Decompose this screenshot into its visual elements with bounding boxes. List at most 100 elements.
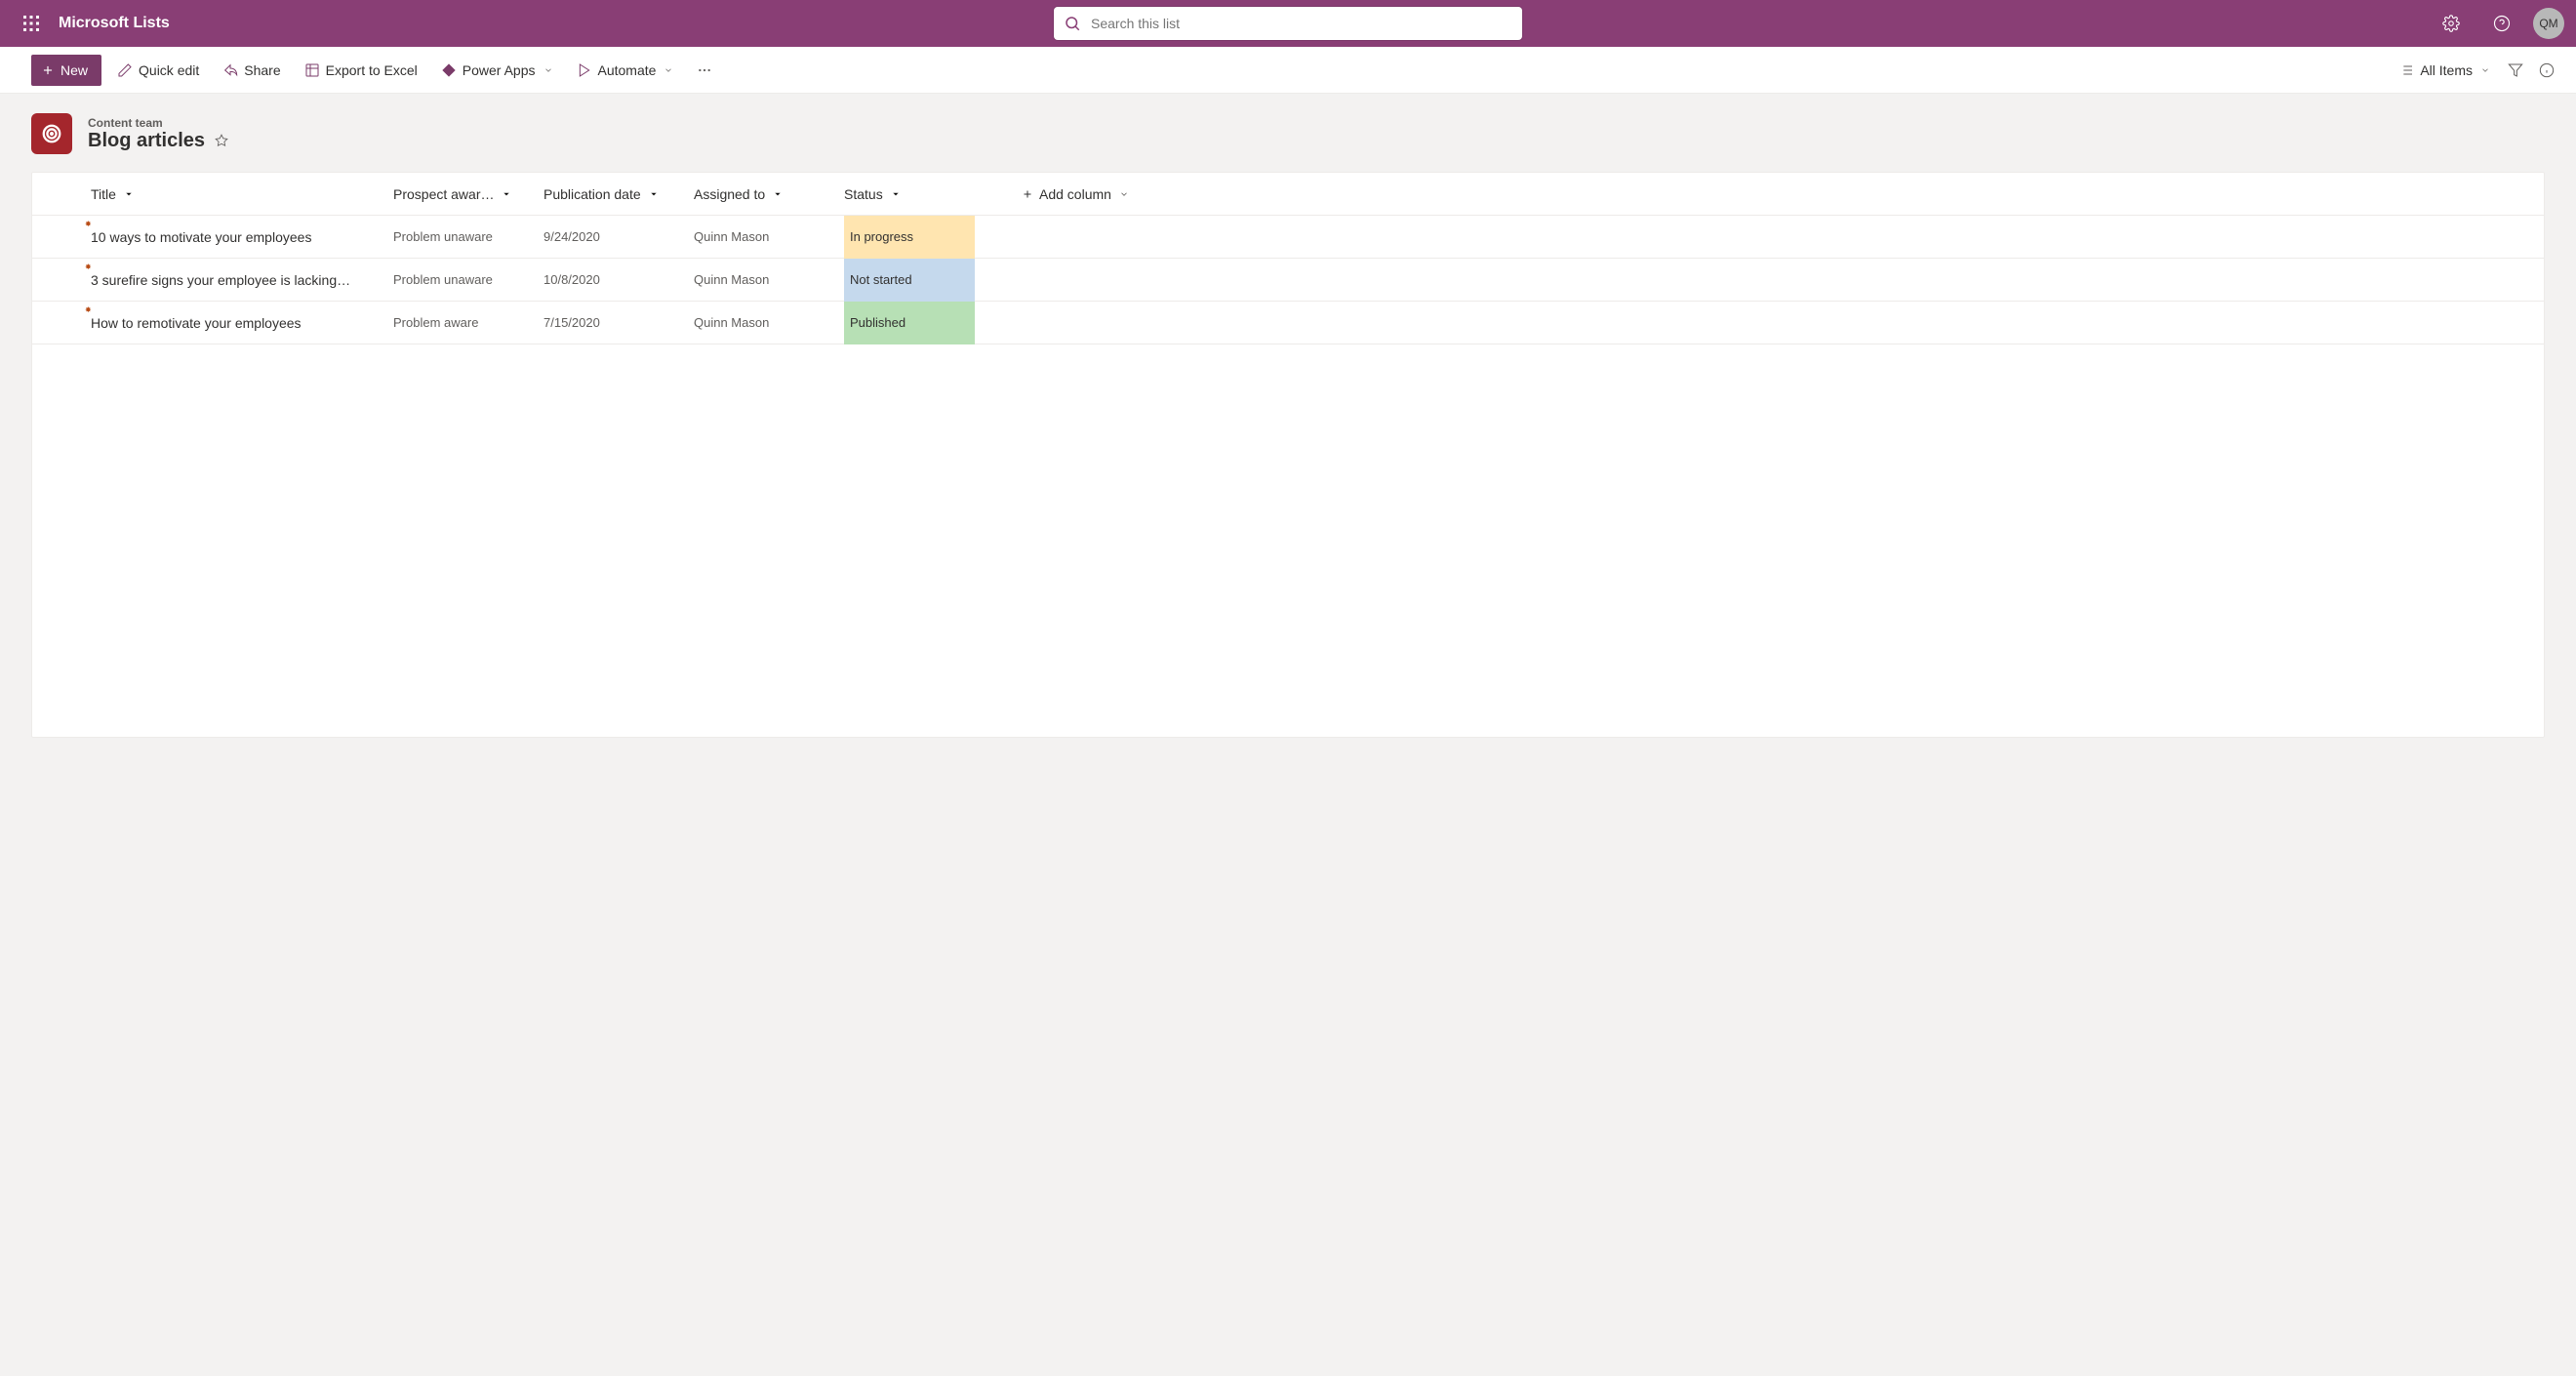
gear-icon bbox=[2442, 15, 2460, 32]
power-apps-label: Power Apps bbox=[463, 62, 536, 78]
column-header-status[interactable]: Status bbox=[844, 186, 994, 202]
list-header: Content team Blog articles bbox=[31, 113, 2545, 154]
cell-title: How to remotivate your employees bbox=[91, 315, 393, 331]
cell-publication: 9/24/2020 bbox=[543, 229, 694, 244]
list-title: Blog articles bbox=[88, 130, 205, 152]
toolbar-right: All Items bbox=[2391, 55, 2560, 86]
table-header: Title Prospect awar… Publication date As… bbox=[32, 173, 2544, 216]
filter-button[interactable] bbox=[2502, 55, 2529, 86]
column-label: Title bbox=[91, 186, 116, 202]
list-view-icon bbox=[2398, 62, 2414, 78]
share-label: Share bbox=[244, 62, 280, 78]
column-header-add: Add column bbox=[994, 186, 1170, 202]
excel-icon bbox=[304, 62, 320, 78]
chevron-down-icon bbox=[664, 65, 673, 75]
automate-label: Automate bbox=[598, 62, 657, 78]
chevron-down-icon bbox=[773, 189, 783, 199]
more-icon bbox=[697, 62, 712, 78]
help-icon bbox=[2493, 15, 2511, 32]
table-row[interactable]: ✸ How to remotivate your employees Probl… bbox=[32, 302, 2544, 344]
cell-prospect: Problem unaware bbox=[393, 272, 543, 287]
view-selector[interactable]: All Items bbox=[2391, 55, 2498, 86]
status-badge: In progress bbox=[844, 216, 975, 259]
search-input[interactable] bbox=[1091, 16, 1512, 31]
edit-icon bbox=[117, 62, 133, 78]
share-button[interactable]: Share bbox=[215, 55, 288, 86]
column-label: Status bbox=[844, 186, 883, 202]
cell-title: 10 ways to motivate your employees bbox=[91, 229, 393, 245]
cell-status: In progress bbox=[844, 216, 994, 259]
command-bar: New Quick edit Share Export to Excel Pow… bbox=[0, 47, 2576, 94]
cell-publication: 10/8/2020 bbox=[543, 272, 694, 287]
new-item-marker-icon: ✸ bbox=[85, 263, 92, 271]
info-button[interactable] bbox=[2533, 55, 2560, 86]
table-row[interactable]: ✸ 3 surefire signs your employee is lack… bbox=[32, 259, 2544, 302]
info-icon bbox=[2539, 62, 2555, 78]
cell-publication: 7/15/2020 bbox=[543, 315, 694, 330]
list-title-row: Blog articles bbox=[88, 130, 228, 152]
more-button[interactable] bbox=[689, 55, 720, 86]
new-button[interactable]: New bbox=[31, 55, 101, 86]
cell-prospect: Problem aware bbox=[393, 315, 543, 330]
list-table: Title Prospect awar… Publication date As… bbox=[31, 172, 2545, 738]
app-name: Microsoft Lists bbox=[59, 15, 170, 32]
help-button[interactable] bbox=[2482, 0, 2521, 47]
chevron-down-icon bbox=[891, 189, 901, 199]
status-badge: Published bbox=[844, 302, 975, 344]
settings-button[interactable] bbox=[2432, 0, 2471, 47]
view-label: All Items bbox=[2420, 62, 2473, 78]
column-header-assigned[interactable]: Assigned to bbox=[694, 186, 844, 202]
team-name: Content team bbox=[88, 116, 228, 130]
column-label: Prospect awar… bbox=[393, 186, 494, 202]
list-icon bbox=[31, 113, 72, 154]
column-label: Publication date bbox=[543, 186, 641, 202]
search-icon bbox=[1064, 15, 1081, 32]
chevron-down-icon bbox=[502, 189, 511, 199]
star-icon[interactable] bbox=[215, 134, 228, 147]
export-label: Export to Excel bbox=[326, 62, 418, 78]
cell-status: Published bbox=[844, 302, 994, 344]
table-body: ✸ 10 ways to motivate your employees Pro… bbox=[32, 216, 2544, 344]
flow-icon bbox=[577, 62, 592, 78]
topbar-right: QM bbox=[2432, 0, 2568, 47]
column-header-title[interactable]: Title bbox=[91, 186, 393, 202]
new-item-marker-icon: ✸ bbox=[85, 220, 92, 228]
power-apps-button[interactable]: Power Apps bbox=[433, 55, 561, 86]
chevron-down-icon bbox=[1119, 189, 1129, 199]
plus-icon bbox=[41, 63, 55, 77]
top-bar: Microsoft Lists QM bbox=[0, 0, 2576, 47]
content-area: Content team Blog articles Title Prospec… bbox=[0, 94, 2576, 757]
table-row[interactable]: ✸ 10 ways to motivate your employees Pro… bbox=[32, 216, 2544, 259]
column-header-prospect[interactable]: Prospect awar… bbox=[393, 186, 543, 202]
chevron-down-icon bbox=[2480, 65, 2490, 75]
powerapps-icon bbox=[441, 62, 457, 78]
filter-icon bbox=[2508, 62, 2523, 78]
status-badge: Not started bbox=[844, 259, 975, 302]
chevron-down-icon bbox=[124, 189, 134, 199]
cell-assigned: Quinn Mason bbox=[694, 315, 844, 330]
list-header-text: Content team Blog articles bbox=[88, 116, 228, 152]
export-button[interactable]: Export to Excel bbox=[297, 55, 425, 86]
cell-prospect: Problem unaware bbox=[393, 229, 543, 244]
avatar[interactable]: QM bbox=[2533, 8, 2564, 39]
target-icon bbox=[41, 123, 62, 144]
quick-edit-label: Quick edit bbox=[139, 62, 199, 78]
plus-icon bbox=[1022, 188, 1033, 200]
share-icon bbox=[222, 62, 238, 78]
column-header-publication[interactable]: Publication date bbox=[543, 186, 694, 202]
cell-title: 3 surefire signs your employee is lackin… bbox=[91, 272, 393, 288]
add-column-label: Add column bbox=[1039, 186, 1111, 202]
search-box[interactable] bbox=[1054, 7, 1522, 40]
cell-status: Not started bbox=[844, 259, 994, 302]
new-button-label: New bbox=[60, 62, 88, 78]
column-label: Assigned to bbox=[694, 186, 765, 202]
automate-button[interactable]: Automate bbox=[569, 55, 682, 86]
app-launcher-icon[interactable] bbox=[8, 0, 55, 47]
quick-edit-button[interactable]: Quick edit bbox=[109, 55, 207, 86]
cell-assigned: Quinn Mason bbox=[694, 229, 844, 244]
cell-assigned: Quinn Mason bbox=[694, 272, 844, 287]
new-item-marker-icon: ✸ bbox=[85, 305, 92, 314]
add-column-button[interactable]: Add column bbox=[994, 186, 1129, 202]
chevron-down-icon bbox=[649, 189, 659, 199]
chevron-down-icon bbox=[543, 65, 553, 75]
